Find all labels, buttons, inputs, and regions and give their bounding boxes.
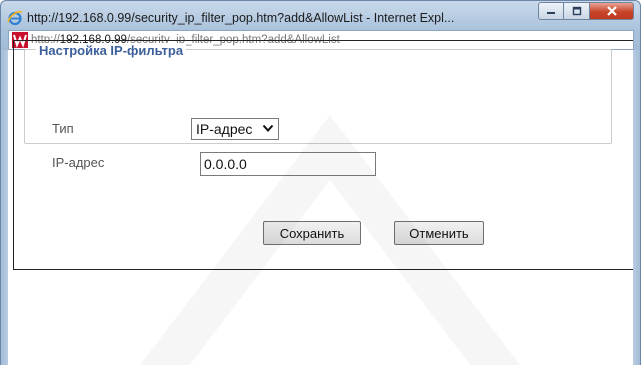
panel-border-left — [13, 41, 14, 269]
window-frame-right — [633, 50, 641, 365]
type-select[interactable]: IP-адрес — [191, 118, 279, 140]
chevron-down-icon — [262, 124, 274, 132]
maximize-button[interactable] — [564, 2, 590, 20]
fieldset-legend: Настройка IP-фильтра — [36, 43, 187, 58]
close-icon — [606, 6, 617, 16]
internet-explorer-icon — [7, 10, 23, 26]
cancel-button[interactable]: Отменить — [394, 221, 484, 245]
ip-address-value: 0.0.0.0 — [204, 156, 247, 172]
type-select-value: IP-адрес — [196, 121, 253, 137]
ip-address-label: IP-адрес — [52, 155, 105, 170]
window-controls — [538, 2, 634, 20]
window-title: http://192.168.0.99/security_ip_filter_p… — [27, 11, 455, 25]
minimize-icon — [547, 12, 555, 14]
browser-popup-window: http://192.168.0.99/security_ip_filter_p… — [0, 0, 641, 365]
maximize-icon — [572, 6, 581, 16]
ip-filter-fieldset — [24, 49, 612, 144]
close-button[interactable] — [590, 2, 634, 20]
minimize-button[interactable] — [538, 2, 564, 20]
window-frame-left — [0, 50, 8, 365]
ip-address-input[interactable]: 0.0.0.0 — [200, 152, 376, 176]
type-label: Тип — [52, 121, 74, 136]
save-button[interactable]: Сохранить — [263, 221, 361, 245]
